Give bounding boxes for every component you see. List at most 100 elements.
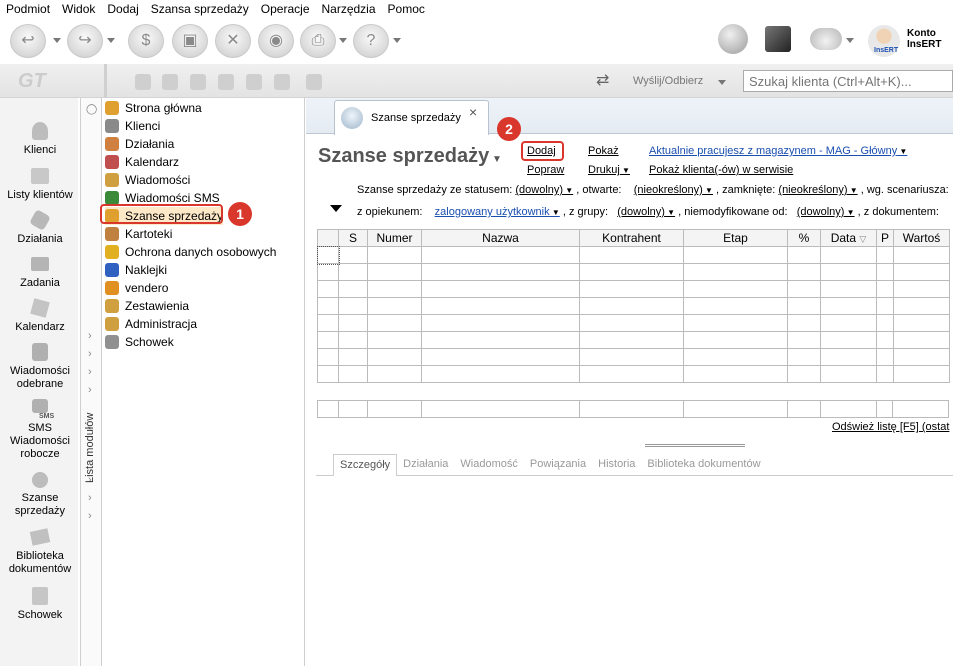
- chevron-right-icon[interactable]: ›: [88, 366, 92, 378]
- back-dropdown-arrow[interactable]: [53, 38, 61, 43]
- closed-filter[interactable]: (nieokreślony): [778, 184, 857, 196]
- title-dropdown-icon[interactable]: ▼: [489, 154, 502, 165]
- menu-pomoc[interactable]: Pomoc: [382, 0, 431, 19]
- forward-button[interactable]: ↪: [67, 24, 103, 58]
- printer-dropdown-arrow[interactable]: [339, 38, 347, 43]
- help-button[interactable]: ?: [353, 24, 389, 58]
- chevron-right-icon[interactable]: ›: [88, 510, 92, 522]
- chevron-right-icon[interactable]: ›: [88, 330, 92, 342]
- tab-actions[interactable]: Działania: [397, 454, 454, 476]
- send-receive-dropdown-arrow[interactable]: [718, 80, 726, 85]
- cloud-icon[interactable]: [810, 28, 842, 50]
- avatar[interactable]: InsERT: [868, 25, 900, 57]
- tree-item[interactable]: Wiadomości: [105, 171, 190, 189]
- table-row[interactable]: [316, 245, 951, 265]
- tree-item[interactable]: Administracja: [105, 315, 197, 333]
- owner-filter[interactable]: zalogowany użytkownik: [435, 206, 560, 218]
- chevron-right-icon[interactable]: ›: [88, 384, 92, 396]
- group-filter[interactable]: (dowolny): [617, 206, 675, 218]
- splitter-handle[interactable]: [645, 444, 745, 447]
- tab-history[interactable]: Historia: [592, 454, 641, 476]
- tab-relations[interactable]: Powiązania: [524, 454, 592, 476]
- printer-button[interactable]: ⎙: [300, 24, 336, 58]
- group-icon[interactable]: [190, 74, 206, 90]
- col-status[interactable]: S: [338, 229, 368, 247]
- col-contractor[interactable]: Kontrahent: [579, 229, 684, 247]
- warehouse-link[interactable]: Aktualnie pracujesz z magazynem - MAG - …: [649, 145, 907, 157]
- status-filter[interactable]: (dowolny): [515, 184, 573, 196]
- menu-podmiot[interactable]: Podmiot: [0, 0, 56, 19]
- col-number[interactable]: Numer: [367, 229, 422, 247]
- col-percent[interactable]: %: [787, 229, 821, 247]
- tree-item[interactable]: Działania: [105, 135, 174, 153]
- account-info[interactable]: Konto InsERT: [907, 28, 941, 50]
- tree-item[interactable]: vendero: [105, 279, 168, 297]
- cloud-dropdown-arrow[interactable]: [846, 38, 854, 43]
- left-item-client-lists[interactable]: Listy klientów: [0, 165, 80, 202]
- client-search-input[interactable]: [743, 70, 953, 92]
- module-list-strip[interactable]: ◯ › › › › › › › Lista modułów: [80, 98, 102, 666]
- left-item-sales-opportunities[interactable]: Szanse sprzedaży: [0, 468, 80, 518]
- left-item-actions[interactable]: Działania: [0, 209, 80, 246]
- menu-widok[interactable]: Widok: [56, 0, 101, 19]
- tree-item[interactable]: Schowek: [105, 333, 174, 351]
- help-dropdown-arrow[interactable]: [393, 38, 401, 43]
- open-filter[interactable]: (nieokreślony): [634, 184, 713, 196]
- send-receive-button[interactable]: Wyślij/Odbierz: [633, 75, 703, 87]
- left-item-sms-drafts[interactable]: SMS SMS Wiadomości robocze: [0, 398, 80, 461]
- chevron-right-icon[interactable]: ›: [88, 492, 92, 504]
- tools-button[interactable]: ✕: [215, 24, 251, 58]
- edit-button[interactable]: Popraw: [527, 164, 564, 176]
- tab-sales-opportunities[interactable]: Szanse sprzedaży ×: [334, 100, 489, 135]
- note-icon[interactable]: [306, 74, 322, 90]
- table-row[interactable]: [317, 263, 951, 281]
- back-button[interactable]: ↩: [10, 24, 46, 58]
- tab-close-icon[interactable]: ×: [469, 104, 477, 120]
- box-icon[interactable]: [765, 26, 791, 52]
- table-row[interactable]: [317, 331, 951, 349]
- users-icon[interactable]: [274, 74, 290, 90]
- left-item-document-library[interactable]: Biblioteka dokumentów: [0, 526, 80, 576]
- col-name[interactable]: Nazwa: [421, 229, 580, 247]
- menu-szansa-sprzedazy[interactable]: Szansa sprzedaży: [145, 0, 255, 19]
- unmodified-filter[interactable]: (dowolny): [797, 206, 855, 218]
- table-row[interactable]: [317, 314, 951, 332]
- tab-message[interactable]: Wiadomość: [454, 454, 523, 476]
- table-row[interactable]: [317, 365, 951, 383]
- send-receive-icon[interactable]: ⇄: [596, 73, 628, 89]
- left-item-tasks[interactable]: Zadania: [0, 253, 80, 290]
- contact-icon[interactable]: [162, 74, 178, 90]
- menu-dodaj[interactable]: Dodaj: [101, 0, 144, 19]
- table-row[interactable]: [317, 348, 951, 366]
- col-stage[interactable]: Etap: [683, 229, 788, 247]
- check-icon[interactable]: [246, 74, 262, 90]
- show-clients-link[interactable]: Pokaż klienta(-ów) w serwisie: [649, 164, 793, 176]
- show-button[interactable]: Pokaż: [588, 145, 619, 157]
- left-item-clients[interactable]: Klienci: [0, 120, 80, 157]
- col-date[interactable]: Data ▽: [820, 229, 877, 247]
- table-row[interactable]: [317, 280, 951, 298]
- left-item-clipboard[interactable]: Schowek: [0, 585, 80, 622]
- print-button[interactable]: Drukuj: [588, 164, 630, 176]
- table-row[interactable]: [317, 297, 951, 315]
- eraser-button[interactable]: ▣: [172, 24, 208, 58]
- tree-item[interactable]: Kalendarz: [105, 153, 179, 171]
- tree-item[interactable]: Naklejki: [105, 261, 167, 279]
- left-item-inbox[interactable]: Wiadomości odebrane: [0, 341, 80, 391]
- forward-dropdown-arrow[interactable]: [107, 38, 115, 43]
- pin-icon[interactable]: ◯: [86, 104, 97, 115]
- tree-item[interactable]: Kartoteki: [105, 225, 172, 243]
- refresh-list-link[interactable]: Odśwież listę [F5] (ostat: [832, 421, 949, 433]
- col-select[interactable]: [317, 229, 339, 247]
- tab-document-library[interactable]: Biblioteka dokumentów: [641, 454, 766, 476]
- tree-item[interactable]: Klienci: [105, 117, 160, 135]
- tree-item[interactable]: Zestawienia: [105, 297, 189, 315]
- col-value[interactable]: Wartoś: [893, 229, 951, 247]
- filters-expand-icon[interactable]: [330, 205, 342, 212]
- person-icon[interactable]: [135, 74, 151, 90]
- globe-icon[interactable]: [718, 24, 748, 54]
- money-button[interactable]: $: [128, 24, 164, 58]
- tab-details[interactable]: Szczegóły: [333, 454, 398, 476]
- col-priority[interactable]: P: [875, 229, 895, 247]
- menu-narzedzia[interactable]: Narzędzia: [316, 0, 382, 19]
